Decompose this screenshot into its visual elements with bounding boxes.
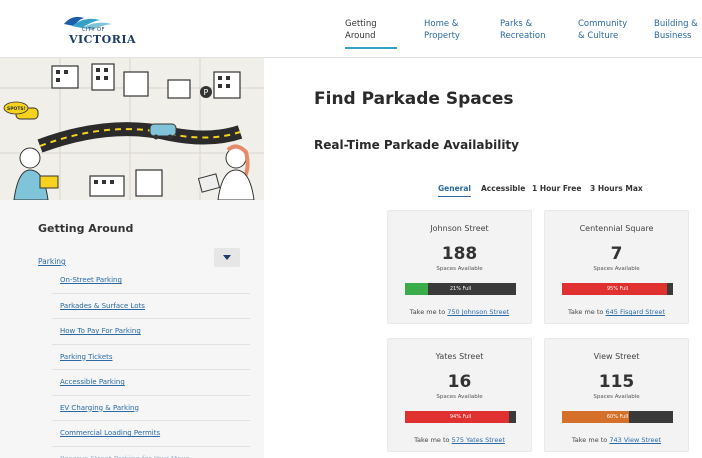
nav-active-underline bbox=[345, 47, 397, 49]
site-header: CITY OF VICTORIA Getting Around Home & P… bbox=[0, 0, 702, 58]
occupancy-text: 94% Full bbox=[449, 413, 472, 420]
p-sign: P bbox=[204, 88, 209, 97]
occupancy-text: 21% Full bbox=[449, 285, 472, 292]
spaces-count: 16 bbox=[447, 372, 472, 392]
address-link[interactable]: 575 Yates Street bbox=[452, 436, 505, 444]
page-title: Find Parkade Spaces bbox=[314, 89, 514, 109]
sidebar-item-parking[interactable]: Parking bbox=[38, 257, 66, 266]
nav-label-line1: Community bbox=[578, 19, 628, 29]
occupancy-text: 60% Full bbox=[606, 413, 629, 420]
occupancy-bar: 95% Full bbox=[562, 283, 673, 295]
nav-label-line2: Property bbox=[424, 31, 460, 41]
take-me-to: Take me to 575 Yates Street bbox=[388, 436, 531, 444]
tab-general[interactable]: General bbox=[438, 184, 471, 197]
nav-label-line2: Around bbox=[345, 31, 376, 41]
spaces-label: Spaces Available bbox=[593, 394, 640, 400]
address-link[interactable]: 743 View Street bbox=[609, 436, 661, 444]
chevron-down-icon bbox=[223, 255, 231, 260]
spaces-label: Spaces Available bbox=[593, 266, 640, 272]
sidebar-item-commercial-loading[interactable]: Commercial Loading Permits bbox=[52, 421, 250, 447]
nav-label-line1: Getting bbox=[345, 19, 377, 29]
logo-big-text: VICTORIA bbox=[69, 33, 137, 46]
nav-label-line1: Home & bbox=[424, 19, 459, 29]
nav-label-line1: Parks & bbox=[500, 19, 533, 29]
sidebar-item-accessible-parking[interactable]: Accessible Parking bbox=[52, 370, 250, 396]
nav-getting-around[interactable]: Getting Around bbox=[345, 18, 397, 49]
spaces-count: 188 bbox=[441, 244, 478, 264]
take-me-prefix: Take me to bbox=[567, 308, 604, 316]
parkade-name: View Street bbox=[593, 352, 640, 361]
nav-label-line2: & Culture bbox=[578, 31, 619, 41]
take-me-prefix: Take me to bbox=[414, 436, 450, 444]
nav-parks-recreation[interactable]: Parks & Recreation bbox=[500, 18, 545, 42]
spaces-label: Spaces Available bbox=[436, 394, 483, 400]
tab-accessible[interactable]: Accessible bbox=[481, 184, 525, 193]
nav-community-culture[interactable]: Community & Culture bbox=[578, 18, 627, 42]
nav-building-business[interactable]: Building & Business bbox=[654, 18, 698, 42]
parkade-card-johnson: Johnson Street 188 Spaces Available 21% … bbox=[387, 210, 532, 324]
spaces-count: 115 bbox=[598, 372, 635, 392]
occupancy-bar: 21% Full bbox=[405, 283, 516, 295]
spaces-label: Spaces Available bbox=[436, 266, 483, 272]
sidebar-item-parkades-surface-lots[interactable]: Parkades & Surface Lots bbox=[52, 294, 250, 319]
parkade-card-view: View Street 115 Spaces Available 60% Ful… bbox=[544, 338, 689, 452]
tab-1-hour-free[interactable]: 1 Hour Free bbox=[532, 184, 581, 193]
nav-label-line1: Building & bbox=[654, 19, 698, 29]
nav-label-line2: Business bbox=[654, 31, 692, 41]
sidebar-item-parking-tickets[interactable]: Parking Tickets bbox=[52, 345, 250, 370]
take-me-to: Take me to 645 Fisgard Street bbox=[545, 308, 688, 316]
sidebar-item-on-street-parking[interactable]: On-Street Parking bbox=[52, 268, 250, 294]
address-link[interactable]: 750 Johnson Street bbox=[447, 308, 509, 316]
sidebar-item-reserve-street-parking[interactable]: Reserve Street Parking for Your Move bbox=[52, 447, 250, 458]
occupancy-bar: 60% Full bbox=[562, 411, 673, 423]
spaces-count: 7 bbox=[610, 244, 623, 264]
take-me-prefix: Take me to bbox=[571, 436, 608, 444]
sidebar-item-how-to-pay[interactable]: How To Pay For Parking bbox=[52, 319, 250, 345]
take-me-to: Take me to 750 Johnson Street bbox=[388, 308, 531, 316]
parkade-name: Yates Street bbox=[435, 352, 484, 361]
tab-3-hours-max[interactable]: 3 Hours Max bbox=[590, 184, 643, 193]
parkade-card-centennial: Centennial Square 7 Spaces Available 95%… bbox=[544, 210, 689, 324]
occupancy-bar: 94% Full bbox=[405, 411, 516, 423]
address-link[interactable]: 645 Fisgard Street bbox=[605, 308, 665, 316]
take-me-prefix: Take me to bbox=[409, 308, 446, 316]
hero-illustration: P SPOTS! bbox=[0, 58, 264, 200]
parking-illustration: P SPOTS! bbox=[0, 58, 264, 200]
hero-sign-text: SPOTS! bbox=[7, 106, 26, 112]
sidebar-sublist: On-Street Parking Parkades & Surface Lot… bbox=[52, 268, 250, 458]
parkade-name: Centennial Square bbox=[579, 224, 654, 233]
occupancy-text: 95% Full bbox=[606, 285, 629, 292]
parkade-card-yates: Yates Street 16 Spaces Available 94% Ful… bbox=[387, 338, 532, 452]
take-me-to: Take me to 743 View Street bbox=[545, 436, 688, 444]
section-title: Real-Time Parkade Availability bbox=[314, 138, 519, 152]
nav-home-property[interactable]: Home & Property bbox=[424, 18, 460, 42]
nav-label-line2: Recreation bbox=[500, 31, 546, 41]
sidebar-parking-toggle[interactable] bbox=[214, 248, 240, 267]
city-logo[interactable]: CITY OF VICTORIA bbox=[58, 10, 148, 50]
parkade-name: Johnson Street bbox=[430, 224, 489, 233]
sidebar-item-ev-charging[interactable]: EV Charging & Parking bbox=[52, 396, 250, 421]
sidebar: Getting Around Parking On-Street Parking… bbox=[0, 200, 264, 458]
sidebar-title: Getting Around bbox=[38, 222, 134, 235]
